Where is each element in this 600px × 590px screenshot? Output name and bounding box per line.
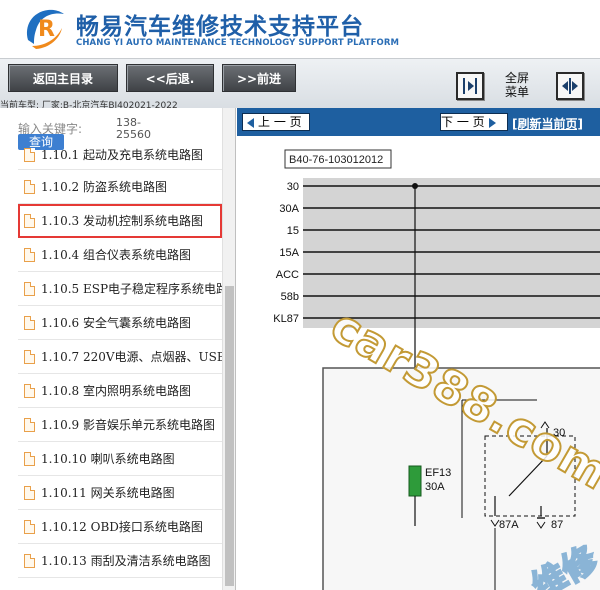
sidebar-item[interactable]: 1.10.7 220V电源、点烟器、USB [18, 340, 222, 374]
document-icon [24, 179, 35, 194]
svg-text:R: R [38, 17, 55, 42]
page-nav-bar: 上 一 页 下 一 页 [刷新当前页] [237, 108, 600, 136]
arrow-left-icon [247, 117, 254, 128]
fullscreen-toggle-button[interactable] [556, 72, 584, 100]
document-icon [24, 553, 35, 568]
rail-label-30: 30 [287, 181, 299, 193]
sidebar-item[interactable]: 1.10.6 安全气囊系统电路图 [18, 306, 222, 340]
toolbar: 返回主目录 <<后退. >>前进 全屏 菜单 当前车型: 厂家:B-北京汽车BJ… [0, 58, 600, 111]
rail-label-15a: 15A [279, 247, 299, 259]
rail-label-58b: 58b [281, 291, 299, 303]
document-icon [24, 281, 35, 296]
sidebar-list: 1.10.1 起动及充电系统电路图 1.10.2 防盗系统电路图 1.10.3 … [18, 148, 222, 578]
search-input[interactable]: 138-25560 [116, 117, 156, 141]
scrollbar-thumb[interactable] [225, 286, 234, 586]
refresh-page-link[interactable]: [刷新当前页] [512, 115, 583, 132]
header: R 畅易汽车维修技术支持平台 CHANG YI AUTO MAINTENANCE… [0, 0, 600, 58]
document-icon [24, 519, 35, 534]
sidebar-item[interactable]: 1.10.9 影音娱乐单元系统电路图 [18, 408, 222, 442]
sidebar-item[interactable]: 1.10.8 室内照明系统电路图 [18, 374, 222, 408]
sidebar-item[interactable]: 1.10.12 OBD接口系统电路图 [18, 510, 222, 544]
document-icon [24, 451, 35, 466]
back-button[interactable]: <<后退. [126, 64, 214, 92]
next-page-button[interactable]: 下 一 页 [440, 113, 508, 131]
sidebar-item[interactable]: 1.10.5 ESP电子稳定程序系统电路图 [18, 272, 222, 306]
sidebar-item[interactable]: 1.10.2 防盗系统电路图 [18, 170, 222, 204]
sidebar-item[interactable]: 1.10.10 喇叭系统电路图 [18, 442, 222, 476]
fuse-name: EF13 [425, 467, 451, 479]
arrow-right-bar-icon [463, 78, 477, 94]
relay-pin-87: 87 [551, 519, 563, 531]
relay-pin-87a: 87A [499, 519, 519, 531]
diagram-code: B40-76-103012012 [289, 154, 383, 166]
diagram-pane: 上 一 页 下 一 页 [刷新当前页] B40-76-103012012 30 3… [237, 108, 600, 590]
fuse-ef13 [408, 465, 422, 497]
sidebar-item-selected[interactable]: 1.10.3 发动机控制系统电路图 [18, 204, 222, 238]
rail-label-30a: 30A [279, 203, 299, 215]
sidebar-scrollbar[interactable] [222, 108, 235, 590]
document-icon [24, 315, 35, 330]
sidebar-item[interactable]: 1.10.4 组合仪表系统电路图 [18, 238, 222, 272]
junction-dot [412, 183, 418, 189]
rail-label-15: 15 [287, 225, 299, 237]
sidebar-item[interactable]: 1.10.13 雨刮及清洁系统电路图 [18, 544, 222, 578]
document-icon [24, 383, 35, 398]
prev-page-button[interactable]: 上 一 页 [242, 113, 310, 131]
document-icon [24, 213, 35, 228]
sidebar-item[interactable]: 1.10.11 网关系统电路图 [18, 476, 222, 510]
document-icon [24, 485, 35, 500]
logo: R [26, 9, 64, 49]
sidebar: 输入关键字: 138-25560 查询 1.10.1 起动及充电系统电路图 1.… [0, 108, 236, 590]
home-button[interactable]: 返回主目录 [8, 64, 118, 92]
rail-label-acc: ACC [276, 269, 299, 281]
site-title: 畅易汽车维修技术支持平台 [76, 14, 364, 40]
document-icon [24, 417, 35, 432]
rail-label-kl87: KL87 [273, 313, 299, 325]
collapse-menu-button[interactable] [456, 72, 484, 100]
document-icon [24, 349, 35, 364]
expand-arrows-icon [562, 78, 578, 94]
arrow-right-icon [488, 117, 496, 128]
sidebar-item[interactable]: 1.10.1 起动及充电系统电路图 [18, 148, 222, 170]
document-icon [24, 247, 35, 262]
forward-button[interactable]: >>前进 [222, 64, 296, 92]
fuse-rating: 30A [425, 481, 445, 493]
site-subtitle: CHANG YI AUTO MAINTENANCE TECHNOLOGY SUP… [76, 38, 400, 48]
fullscreen-menu-label: 全屏 菜单 [504, 71, 529, 99]
document-icon [24, 148, 35, 162]
